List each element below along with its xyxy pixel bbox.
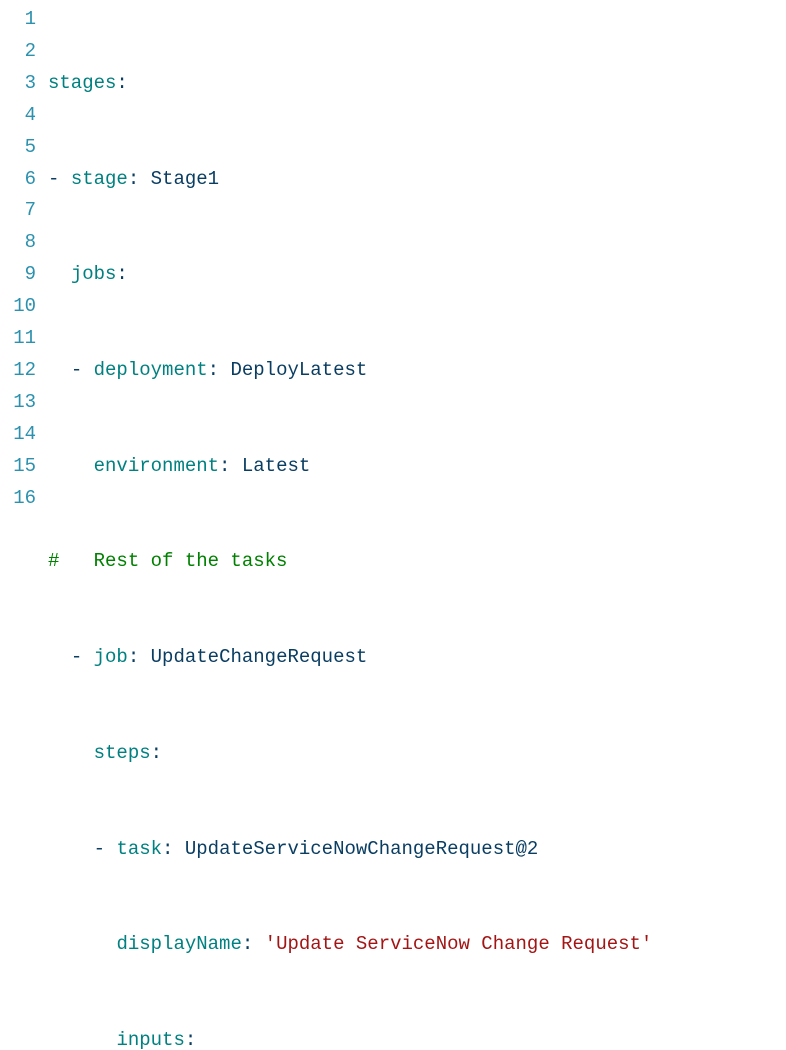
line-number: 15 bbox=[0, 451, 36, 483]
indent-guide bbox=[48, 933, 71, 955]
code-line: - deployment: DeployLatest bbox=[48, 355, 786, 387]
line-number: 11 bbox=[0, 323, 36, 355]
yaml-value: Stage1 bbox=[151, 168, 219, 190]
indent-guide bbox=[48, 359, 71, 381]
indent-guide bbox=[48, 263, 71, 285]
yaml-value: UpdateChangeRequest bbox=[151, 646, 368, 668]
yaml-colon: : bbox=[116, 263, 127, 285]
line-number: 5 bbox=[0, 132, 36, 164]
yaml-key: inputs bbox=[116, 1029, 184, 1050]
code-line: environment: Latest bbox=[48, 451, 786, 483]
code-line: jobs: bbox=[48, 259, 786, 291]
yaml-dash: - bbox=[71, 646, 94, 668]
code-editor: 1 2 3 4 5 6 7 8 9 10 11 12 13 14 15 16 s… bbox=[0, 4, 786, 1050]
yaml-colon: : bbox=[185, 1029, 196, 1050]
code-line: stages: bbox=[48, 68, 786, 100]
code-content[interactable]: stages: - stage: Stage1 jobs: - deployme… bbox=[48, 4, 786, 1050]
yaml-colon: : bbox=[151, 742, 162, 764]
yaml-dash: - bbox=[48, 168, 71, 190]
line-number: 4 bbox=[0, 100, 36, 132]
line-number: 3 bbox=[0, 68, 36, 100]
yaml-key: steps bbox=[94, 742, 151, 764]
line-number: 9 bbox=[0, 259, 36, 291]
indent-guide bbox=[71, 933, 94, 955]
yaml-value: UpdateServiceNowChangeRequest@2 bbox=[185, 838, 538, 860]
yaml-key: job bbox=[94, 646, 128, 668]
indent-guide bbox=[48, 646, 71, 668]
line-number-gutter: 1 2 3 4 5 6 7 8 9 10 11 12 13 14 15 16 bbox=[0, 4, 48, 1050]
yaml-colon: : bbox=[162, 838, 185, 860]
indent-guide bbox=[48, 1029, 71, 1050]
yaml-colon: : bbox=[116, 72, 127, 94]
line-number: 6 bbox=[0, 164, 36, 196]
yaml-value: DeployLatest bbox=[230, 359, 367, 381]
line-number: 7 bbox=[0, 195, 36, 227]
line-number: 1 bbox=[0, 4, 36, 36]
indent-guide bbox=[48, 838, 71, 860]
yaml-colon: : bbox=[128, 168, 151, 190]
indent-guide bbox=[94, 933, 117, 955]
indent-guide bbox=[71, 455, 94, 477]
indent-guide bbox=[71, 838, 94, 860]
yaml-colon: : bbox=[128, 646, 151, 668]
indent-guide bbox=[48, 455, 71, 477]
indent-guide bbox=[71, 742, 94, 764]
yaml-comment: # Rest of the tasks bbox=[48, 550, 287, 572]
yaml-colon: : bbox=[208, 359, 231, 381]
code-line: steps: bbox=[48, 738, 786, 770]
yaml-colon: : bbox=[219, 455, 242, 477]
yaml-key: displayName bbox=[116, 933, 241, 955]
yaml-key: deployment bbox=[94, 359, 208, 381]
code-line: inputs: bbox=[48, 1025, 786, 1050]
yaml-key: environment bbox=[94, 455, 219, 477]
yaml-dash: - bbox=[94, 838, 117, 860]
line-number: 10 bbox=[0, 291, 36, 323]
code-line: - task: UpdateServiceNowChangeRequest@2 bbox=[48, 834, 786, 866]
code-line: # Rest of the tasks bbox=[48, 546, 786, 578]
yaml-dash: - bbox=[71, 359, 94, 381]
yaml-colon: : bbox=[242, 933, 265, 955]
line-number: 12 bbox=[0, 355, 36, 387]
line-number: 2 bbox=[0, 36, 36, 68]
indent-guide bbox=[94, 1029, 117, 1050]
code-line: - stage: Stage1 bbox=[48, 164, 786, 196]
yaml-key: jobs bbox=[71, 263, 117, 285]
indent-guide bbox=[71, 1029, 94, 1050]
indent-guide bbox=[48, 742, 71, 764]
yaml-key: stages bbox=[48, 72, 116, 94]
yaml-value: Latest bbox=[242, 455, 310, 477]
line-number: 8 bbox=[0, 227, 36, 259]
yaml-string: 'Update ServiceNow Change Request' bbox=[265, 933, 653, 955]
code-line: - job: UpdateChangeRequest bbox=[48, 642, 786, 674]
line-number: 16 bbox=[0, 483, 36, 515]
yaml-key: task bbox=[116, 838, 162, 860]
line-number: 13 bbox=[0, 387, 36, 419]
line-number: 14 bbox=[0, 419, 36, 451]
yaml-key: stage bbox=[71, 168, 128, 190]
code-line: displayName: 'Update ServiceNow Change R… bbox=[48, 929, 786, 961]
